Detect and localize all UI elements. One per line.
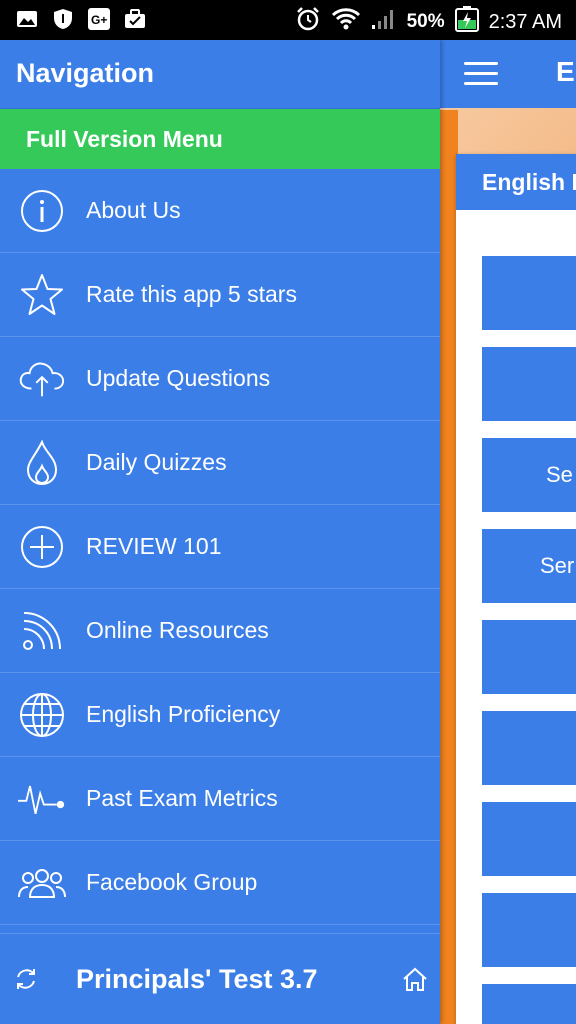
clock: 2:37 AM [488,10,562,33]
drawer-title: Navigation [0,40,440,109]
alarm-icon [295,6,321,38]
card-button[interactable] [482,984,576,1024]
navigation-drawer: Navigation Full Version Menu About Us Ra… [0,40,440,1024]
nav-item-daily-quizzes[interactable]: Daily Quizzes [0,421,440,505]
battery-percent: 50% [406,11,445,32]
full-version-menu-button[interactable]: Full Version Menu [0,109,440,169]
screen: G+ 50% 2:37 AM E English I Se Ser Naviga… [0,0,576,1024]
sync-icon[interactable] [12,965,40,993]
signal-icon [371,7,397,37]
pulse-icon [18,775,66,823]
drawer-footer: Principals' Test 3.7 [0,933,440,1024]
nav-item-label: Rate this app 5 stars [86,281,297,307]
nav-item-past-exam-metrics[interactable]: Past Exam Metrics [0,757,440,841]
briefcase-icon [124,8,146,30]
svg-text:G+: G+ [91,13,107,27]
wifi-icon [331,7,361,37]
card-button[interactable] [482,893,576,967]
nav-item-label: Daily Quizzes [86,449,227,475]
cloud-upload-icon [18,355,66,403]
content-card: English I Se Ser [456,154,576,1024]
nav-item-label: Past Exam Metrics [86,785,278,811]
app-toolbar: E [440,40,576,108]
battery-charging-icon [454,6,479,38]
background-app: E English I Se Ser [440,40,576,1024]
card-button[interactable]: Ser [482,529,576,603]
nav-item-label: REVIEW 101 [86,533,222,559]
rss-icon [18,607,66,655]
nav-item-review-101[interactable]: REVIEW 101 [0,505,440,589]
nav-item-about-us[interactable]: About Us [0,169,440,253]
card-button[interactable] [482,347,576,421]
group-icon [18,859,66,907]
nav-item-label: Update Questions [86,365,271,391]
nav-item-rate-app[interactable]: Rate this app 5 stars [0,253,440,337]
menu-icon[interactable] [464,62,498,86]
star-icon [18,271,66,319]
google-plus-icon: G+ [88,8,110,30]
card-button[interactable] [482,711,576,785]
shield-icon [52,8,74,30]
image-icon [16,8,38,30]
globe-icon [18,691,66,739]
nav-item-facebook-group[interactable]: Facebook Group [0,841,440,925]
card-button[interactable] [482,256,576,330]
status-bar: G+ 50% 2:37 AM [0,0,576,40]
nav-item-update-questions[interactable]: Update Questions [0,337,440,421]
flame-icon [18,439,66,487]
nav-item-label: Online Resources [86,617,269,643]
info-icon [18,187,66,235]
card-header: English I [456,154,576,210]
card-button[interactable] [482,620,576,694]
nav-item-label: Facebook Group [86,869,258,895]
app-title: E [556,56,575,87]
app-version-title: Principals' Test 3.7 [76,963,318,994]
plus-circle-icon [18,523,66,571]
nav-item-label: English Proficiency [86,701,281,727]
nav-item-english-proficiency[interactable]: English Proficiency [0,673,440,757]
card-button[interactable]: Se [482,438,576,512]
card-button[interactable] [482,802,576,876]
nav-item-online-resources[interactable]: Online Resources [0,589,440,673]
nav-item-label: About Us [86,197,181,223]
home-icon[interactable] [402,966,428,992]
